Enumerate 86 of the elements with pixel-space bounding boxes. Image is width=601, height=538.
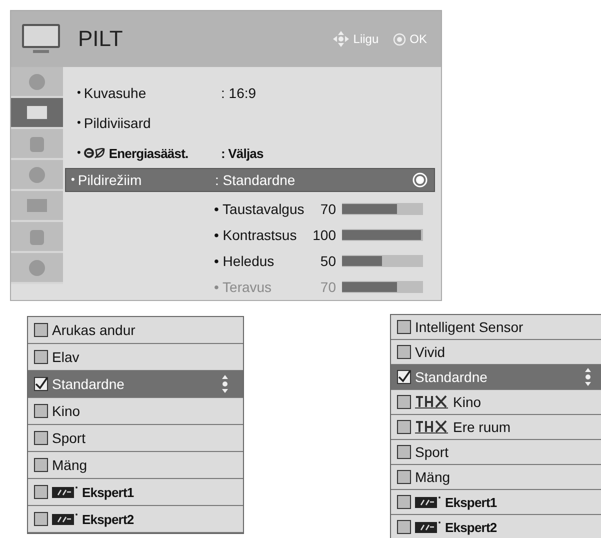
menu-item-label: • Pildirežiim [71, 172, 143, 188]
mode-option[interactable]: Ekspert1 [28, 479, 243, 506]
mode-option[interactable]: Standardne [391, 365, 601, 390]
option-label: Elav [52, 349, 80, 365]
mode-option[interactable]: Mäng [28, 452, 243, 479]
setting-label: • Teravus [214, 279, 273, 295]
mode-option[interactable]: Standardne [28, 371, 243, 398]
checkbox[interactable] [34, 350, 48, 364]
option-label: Sport [52, 430, 86, 446]
option-label: Ekspert2 [445, 520, 498, 534]
mode-option[interactable]: Intelligent Sensor [391, 315, 601, 340]
mode-option[interactable]: Ere ruum [391, 415, 601, 440]
option-label: Kino [52, 403, 82, 419]
option-label: Standardne [52, 376, 126, 392]
mode-option[interactable]: Kino [28, 398, 243, 425]
option-label: Ekspert1 [82, 484, 135, 500]
checkbox[interactable] [34, 431, 48, 445]
checkbox[interactable] [397, 345, 411, 359]
mode-option[interactable]: Ekspert1 [391, 490, 601, 515]
menu-item[interactable]: • Pildiviisard [67, 108, 435, 138]
option-label: Standardne [415, 369, 488, 385]
checkbox[interactable] [397, 495, 411, 509]
setting-slider[interactable] [342, 281, 423, 293]
mode-option[interactable]: Sport [391, 440, 601, 465]
checkbox[interactable] [397, 445, 411, 459]
checkbox[interactable] [34, 377, 48, 391]
option-label: Ere ruum [453, 419, 512, 435]
option-label: Mäng [415, 469, 452, 485]
mode-option[interactable]: Kino [391, 390, 601, 415]
logo-icon [415, 496, 441, 508]
setting-slider[interactable] [342, 255, 423, 267]
menu-item-value: : Väljas [221, 146, 264, 160]
setting-value: 50 [319, 253, 336, 269]
option-label: Mäng [52, 457, 88, 473]
menu-item-label: • Kuvasuhe [77, 85, 148, 101]
checkbox[interactable] [34, 458, 48, 472]
menu-item-value: : Standardne [215, 172, 296, 188]
menu-item[interactable]: • Energiasääst. : Väljas [67, 138, 435, 168]
checkbox[interactable] [397, 420, 411, 434]
ok-icon [412, 172, 428, 188]
tv-icon [21, 23, 61, 55]
option-label: Ekspert1 [445, 494, 498, 510]
menu-item[interactable]: • Pildirežiim : Standardne [65, 168, 435, 192]
setting-value: 70 [319, 279, 336, 295]
menu-item-label: • Pildiviisard [77, 115, 152, 131]
checkbox[interactable] [34, 512, 48, 526]
option-label: Kino [453, 394, 482, 410]
setting-value: 100 [312, 227, 336, 243]
setting-label: • Kontrastsus [214, 227, 298, 243]
eco-icon [84, 147, 106, 159]
checkbox[interactable] [34, 404, 48, 418]
logo-icon [415, 521, 441, 533]
logo-icon [415, 420, 449, 434]
logo-icon [52, 486, 78, 498]
logo-icon [415, 395, 449, 409]
checkbox[interactable] [397, 395, 411, 409]
ok-icon [392, 32, 406, 46]
hint-label: OK [410, 32, 427, 46]
scroll-icon [221, 375, 229, 393]
checkbox[interactable] [34, 323, 48, 337]
setting-slider[interactable] [342, 203, 423, 215]
scroll-icon [584, 368, 592, 386]
mode-option[interactable]: Ekspert2 [28, 506, 243, 533]
menu-title: PILT [78, 26, 124, 52]
checkbox[interactable] [397, 320, 411, 334]
option-label: Sport [415, 444, 450, 460]
mode-option[interactable]: Ekspert2 [391, 515, 601, 538]
checkbox[interactable] [397, 470, 411, 484]
setting-label: • Heledus [214, 253, 276, 269]
option-label: Vivid [415, 344, 446, 360]
menu-item-value: : 16:9 [221, 85, 258, 101]
mode-option[interactable]: Mäng [391, 465, 601, 490]
mode-option[interactable]: Arukas andur [28, 317, 243, 344]
option-label: Ekspert2 [82, 512, 135, 526]
sidebar-tab[interactable] [11, 98, 63, 129]
hint-label: Liigu [353, 32, 379, 46]
option-label: Arukas andur [52, 322, 136, 338]
checkbox[interactable] [397, 370, 411, 384]
logo-icon [52, 513, 78, 525]
mode-option[interactable]: Sport [28, 425, 243, 452]
menu-item-label: • Energiasääst. [77, 146, 190, 160]
option-label: Intelligent Sensor [415, 319, 524, 335]
checkbox[interactable] [397, 520, 411, 534]
menu-item[interactable]: • Kuvasuhe : 16:9 [67, 78, 435, 108]
move-icon [333, 31, 350, 47]
checkbox[interactable] [34, 485, 48, 499]
